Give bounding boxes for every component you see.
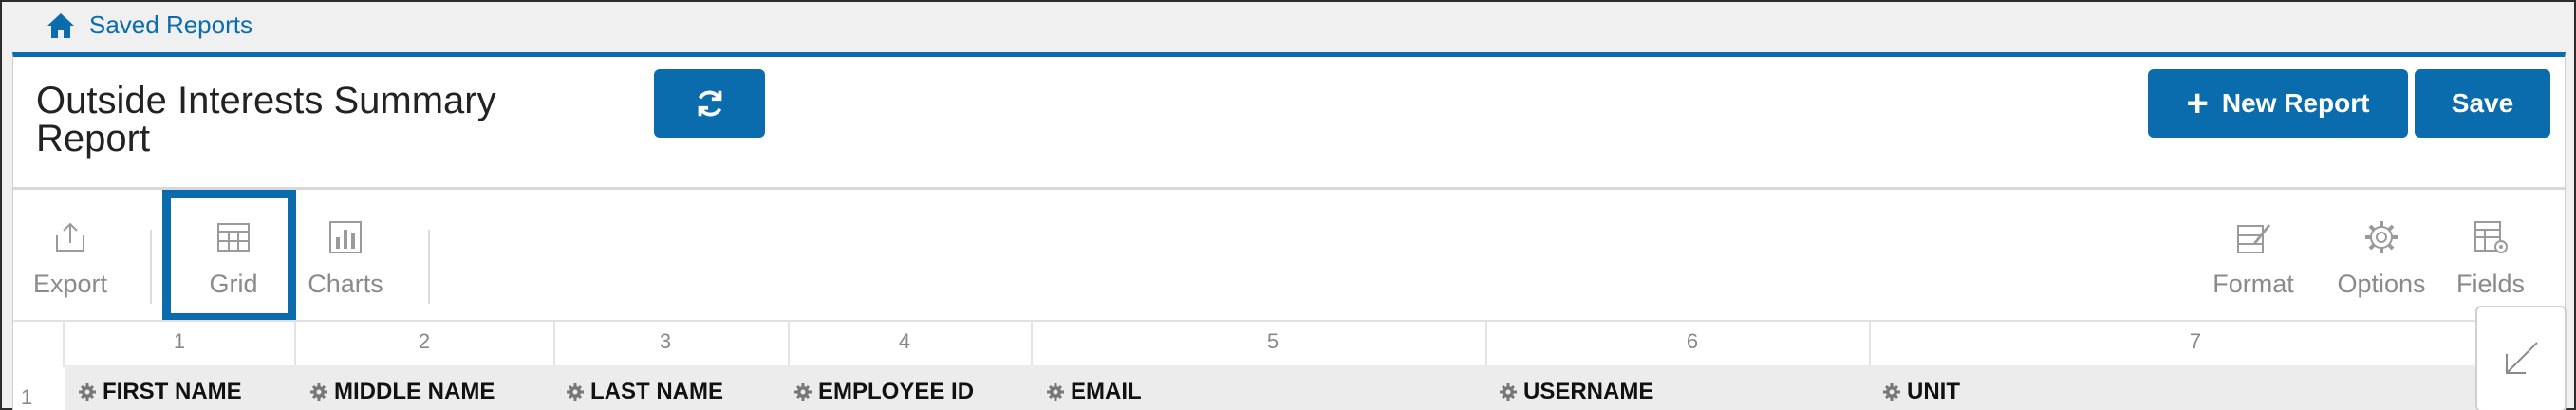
toolbar: Export Grid Charts Format Options Fields xyxy=(13,190,2565,318)
column-header-unit[interactable]: UNIT xyxy=(1882,379,1960,405)
row-number: 1 xyxy=(21,385,33,409)
column-separator xyxy=(553,322,555,367)
column-separator xyxy=(294,322,296,367)
gear-icon[interactable] xyxy=(793,382,812,401)
column-header-label: FIRST NAME xyxy=(103,379,242,404)
column-number: 4 xyxy=(898,329,911,353)
fields-icon xyxy=(2474,221,2508,253)
column-header-label: USERNAME xyxy=(1523,379,1654,404)
column-separator xyxy=(1869,322,1871,367)
options-button[interactable]: Options xyxy=(2329,218,2434,299)
gear-icon[interactable] xyxy=(78,382,97,401)
column-separator xyxy=(63,322,65,367)
report-panel: Outside Interests Summary Report + New R… xyxy=(12,52,2566,410)
plus-icon: + xyxy=(2186,83,2209,124)
collapse-button[interactable] xyxy=(2475,306,2567,410)
refresh-button[interactable] xyxy=(654,69,765,138)
column-header-label: UNIT xyxy=(1907,379,1960,404)
column-number-row: 1 2 3 4 5 6 7 xyxy=(13,320,2565,367)
gear-icon[interactable] xyxy=(1499,382,1518,401)
home-icon xyxy=(47,12,74,38)
column-header-email[interactable]: EMAIL xyxy=(1046,379,1142,405)
fields-button[interactable]: Fields xyxy=(2443,218,2538,299)
breadcrumb-bar: Saved Reports xyxy=(2,2,2574,54)
column-separator xyxy=(1031,322,1033,367)
format-icon xyxy=(2237,224,2270,253)
column-header-label: LAST NAME xyxy=(590,379,723,404)
column-header-label: EMPLOYEE ID xyxy=(818,379,975,404)
export-button[interactable]: Export xyxy=(27,218,114,299)
format-label: Format xyxy=(2212,270,2294,298)
export-label: Export xyxy=(32,270,108,298)
column-number: 7 xyxy=(2189,329,2202,353)
gear-icon[interactable] xyxy=(566,382,585,401)
charts-button[interactable]: Charts xyxy=(298,218,393,299)
column-separator xyxy=(1485,322,1487,367)
toolbar-separator xyxy=(150,230,152,304)
gear-icon[interactable] xyxy=(1046,382,1065,401)
gear-icon[interactable] xyxy=(1882,382,1901,401)
save-button[interactable]: Save xyxy=(2415,69,2550,138)
column-header-username[interactable]: USERNAME xyxy=(1499,379,1653,405)
gear-icon[interactable] xyxy=(309,382,328,401)
column-header-employee-id[interactable]: EMPLOYEE ID xyxy=(793,379,974,405)
page-title: Outside Interests Summary Report xyxy=(36,80,496,159)
column-number: 3 xyxy=(659,329,672,353)
collapse-arrow-icon xyxy=(2506,342,2538,374)
breadcrumb[interactable]: Saved Reports xyxy=(46,10,252,40)
column-number: 6 xyxy=(1686,329,1699,353)
gear-icon xyxy=(2365,221,2398,253)
column-number: 5 xyxy=(1266,329,1279,353)
toolbar-separator xyxy=(428,230,430,304)
column-number: 2 xyxy=(418,329,431,353)
column-header-label: MIDDLE NAME xyxy=(334,379,495,404)
bar-chart-icon xyxy=(329,221,362,253)
new-report-button[interactable]: + New Report xyxy=(2148,69,2408,138)
column-header-label: EMAIL xyxy=(1071,379,1142,404)
options-label: Options xyxy=(2337,270,2426,298)
fields-label: Fields xyxy=(2455,270,2526,298)
breadcrumb-link-saved-reports[interactable]: Saved Reports xyxy=(89,10,252,40)
grid-header-row: FIRST NAME MIDDLE NAME LAST NAME EMPLOYE… xyxy=(65,365,2513,410)
export-icon xyxy=(56,222,84,252)
column-number: 1 xyxy=(173,329,186,353)
column-separator xyxy=(788,322,790,367)
column-header-middle-name[interactable]: MIDDLE NAME xyxy=(309,379,495,405)
grid-selected-highlight xyxy=(162,190,296,322)
new-report-label: New Report xyxy=(2221,88,2370,118)
column-header-first-name[interactable]: FIRST NAME xyxy=(78,379,242,405)
charts-label: Charts xyxy=(308,270,383,298)
format-button[interactable]: Format xyxy=(2187,218,2320,299)
column-header-last-name[interactable]: LAST NAME xyxy=(566,379,723,405)
refresh-icon xyxy=(698,90,721,117)
